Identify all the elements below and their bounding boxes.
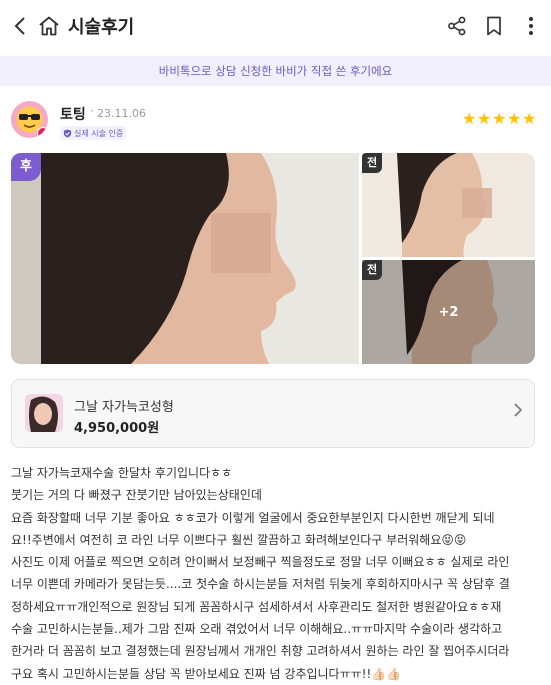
more-photos-overlay: +2 xyxy=(362,260,535,364)
review-text-line: 구요 혹시 고민하시는분들 상담 꼭 받아보세요 진짜 넘 강추입니다ㅠㅠ!!👍… xyxy=(11,666,402,681)
review-text-line: 그날 자가늑코재수술 한달차 후기입니다ㅎㅎ xyxy=(11,466,233,480)
review-text-line: 요즘 화장할때 너무 기분 좋아요 ㅎㅎ코가 이렇게 얼굴에서 중요한부분인지 … xyxy=(11,510,495,525)
product-image xyxy=(25,394,63,432)
star-icon: ★ xyxy=(462,109,477,128)
product-card[interactable]: 그날 자가늑코성형 4,950,000원 xyxy=(11,379,535,448)
more-icon[interactable] xyxy=(519,14,543,38)
top-app-bar: 시술후기 xyxy=(0,0,551,52)
after-photo[interactable]: 후 xyxy=(11,153,359,364)
profile-face-image xyxy=(11,153,359,364)
product-thumbnail xyxy=(25,394,63,432)
star-icon: ★ xyxy=(507,109,522,128)
review-date: 23.11.06 xyxy=(97,107,146,120)
before-photo-1[interactable]: 전 xyxy=(362,153,535,257)
before-photo-2[interactable]: +2 전 xyxy=(362,260,535,364)
star-icon: ★ xyxy=(492,109,507,128)
review-text-line: 한거라 더 꼼꼼히 보고 결정했는데 원장님께서 개개인 취향 고려하셔서 원하… xyxy=(11,644,510,659)
back-icon[interactable] xyxy=(8,12,32,40)
star-icon: ★ xyxy=(522,109,537,128)
profile-face-image xyxy=(362,153,535,257)
bookmark-icon[interactable] xyxy=(482,14,506,38)
review-text-line: 정하세요ㅠㅠ개인적으로 원장님 되게 꼼꼼하시구 섬세하셔서 사후관리도 철저한… xyxy=(11,599,502,614)
review-source-banner: 바비톡으로 상담 신청한 바비가 직접 쓴 후기에요 xyxy=(0,56,551,86)
home-icon[interactable] xyxy=(37,12,61,40)
before-tag: 전 xyxy=(362,153,382,173)
review-text-line: 수술 고민하시는분들..제가 그맘 진짜 오래 겪었어서 너무 이해해요..ㅠㅠ… xyxy=(11,622,503,637)
review-text-line: 사진도 이제 어플로 찍으면 오히려 안이뻐서 보정빼구 찍을정도로 정말 너무… xyxy=(11,555,510,570)
avatar[interactable] xyxy=(11,101,48,138)
review-text-line: 요!!주변에서 여전히 코 라인 너무 이쁘다구 훨씬 깔끔하고 화려해보인다구… xyxy=(11,532,467,547)
review-text-line: 붓기는 거의 다 빠졌구 잔붓기만 남아있는상태인데 xyxy=(11,488,262,503)
chevron-right-icon xyxy=(514,402,523,421)
star-icon: ★ xyxy=(477,109,492,128)
verified-crown-icon xyxy=(37,127,48,138)
separator-dot: · xyxy=(90,104,94,118)
verified-badge-label: 실제 시술 인증 xyxy=(74,128,124,138)
review-body: 그날 자가늑코재수술 한달차 후기입니다ㅎㅎ 붓기는 거의 다 빠졌구 잔붓기만… xyxy=(11,462,541,685)
product-name: 그날 자가늑코성형 xyxy=(74,400,174,415)
shield-check-icon xyxy=(63,128,72,138)
before-tag: 전 xyxy=(362,260,382,280)
verified-badge: 실제 시술 인증 xyxy=(60,126,127,140)
review-text-line: 너무 이쁜데 카메라가 못담는듯....코 첫수술 하시는분들 저처럼 뒤늦게 … xyxy=(11,577,510,592)
product-price: 4,950,000원 xyxy=(74,421,160,436)
share-icon[interactable] xyxy=(445,14,469,38)
after-tag: 후 xyxy=(11,153,41,181)
star-rating: ★ ★ ★ ★ ★ xyxy=(462,111,536,127)
author-name[interactable]: 토팅 xyxy=(60,104,86,124)
page-title: 시술후기 xyxy=(68,17,135,38)
